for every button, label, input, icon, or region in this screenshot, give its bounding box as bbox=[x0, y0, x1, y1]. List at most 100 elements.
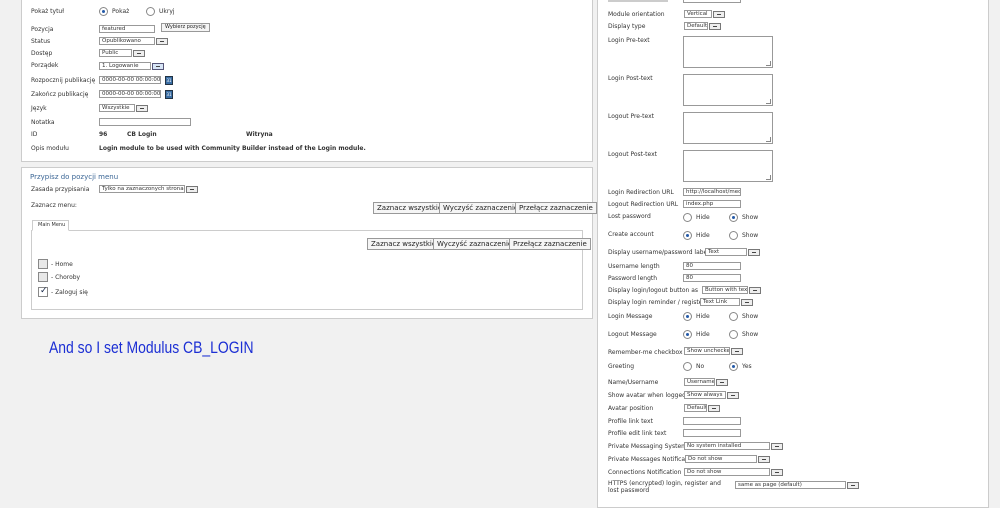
profile-edit-input[interactable] bbox=[683, 429, 741, 437]
id-value: 96 bbox=[99, 131, 108, 138]
https-dropdown-icon[interactable] bbox=[847, 482, 859, 489]
show-title-hide-radio[interactable] bbox=[146, 7, 155, 16]
language-dropdown-icon[interactable] bbox=[136, 105, 148, 112]
select-position-button[interactable]: Wybierz pozycję bbox=[161, 23, 210, 32]
pms-select[interactable]: No system installed bbox=[684, 442, 770, 450]
select-all-button[interactable]: Zaznacz wszystkie bbox=[373, 202, 447, 214]
name-username-select[interactable]: Username bbox=[684, 378, 715, 386]
menu-item-label: - Choroby bbox=[51, 274, 81, 281]
language-select[interactable]: Wszystkie bbox=[99, 104, 135, 112]
ordering-dropdown-icon[interactable] bbox=[152, 63, 164, 70]
toggle-selection-button[interactable]: Przełącz zaznaczenie bbox=[515, 202, 597, 214]
calendar-icon[interactable]: 31 bbox=[165, 76, 173, 85]
lost-password-hide-radio[interactable] bbox=[683, 213, 692, 222]
login-button-dropdown-icon[interactable] bbox=[749, 287, 761, 294]
show-avatar-select[interactable]: Show always bbox=[684, 391, 726, 399]
greeting-label: Greeting bbox=[608, 363, 634, 370]
display-labels-label: Display username/password labels as bbox=[608, 249, 721, 256]
create-account-hide-radio[interactable] bbox=[683, 231, 692, 240]
orientation-dropdown-icon[interactable] bbox=[713, 11, 725, 18]
display-labels-select[interactable]: Text bbox=[705, 248, 747, 256]
display-type-dropdown-icon[interactable] bbox=[709, 23, 721, 30]
logout-pretext-textarea[interactable] bbox=[683, 112, 773, 144]
pms-notification-select[interactable]: Do not show bbox=[685, 455, 757, 463]
orientation-select[interactable]: Vertical bbox=[684, 10, 712, 18]
assignment-dropdown-icon[interactable] bbox=[186, 186, 198, 193]
menu-item-choroby-checkbox[interactable] bbox=[38, 272, 48, 282]
logout-message-hide-radio[interactable] bbox=[683, 330, 692, 339]
create-account-label: Create account bbox=[608, 231, 654, 238]
avatar-position-label: Avatar position bbox=[608, 405, 654, 412]
radio-label: Yes bbox=[742, 363, 752, 370]
logout-message-show-radio[interactable] bbox=[729, 330, 738, 339]
https-label: HTTPS (encrypted) login, register and lo… bbox=[608, 480, 721, 494]
access-select[interactable]: Public bbox=[99, 49, 132, 57]
radio-label: Hide bbox=[696, 313, 710, 320]
top-cutoff-input bbox=[683, 0, 741, 3]
radio-label: Show bbox=[742, 313, 759, 320]
logout-redirect-label: Logout Redirection URL bbox=[608, 201, 679, 208]
status-dropdown-icon[interactable] bbox=[156, 38, 168, 45]
profile-link-input[interactable] bbox=[683, 417, 741, 425]
access-dropdown-icon[interactable] bbox=[133, 50, 145, 57]
access-label: Dostęp bbox=[31, 50, 53, 57]
description-value: Login module to be used with Community B… bbox=[99, 145, 366, 152]
connections-notification-label: Connections Notification bbox=[608, 469, 682, 476]
remember-me-select[interactable]: Show unchecked bbox=[684, 347, 730, 355]
note-input[interactable] bbox=[99, 118, 191, 126]
https-select[interactable]: same as page (default) bbox=[735, 481, 846, 489]
lost-password-show-radio[interactable] bbox=[729, 213, 738, 222]
remember-me-dropdown-icon[interactable] bbox=[731, 348, 743, 355]
clear-selection-button[interactable]: Wyczyść zaznaczenie bbox=[433, 238, 517, 250]
clear-selection-button[interactable]: Wyczyść zaznaczenie bbox=[439, 202, 523, 214]
avatar-position-dropdown-icon[interactable] bbox=[708, 405, 720, 412]
username-length-input[interactable]: 80 bbox=[683, 262, 741, 270]
login-message-hide-radio[interactable] bbox=[683, 312, 692, 321]
assignment-select[interactable]: Tylko na zaznaczonych stronach bbox=[99, 185, 185, 193]
menu-assignment-legend: Przypisz do pozycji menu bbox=[30, 173, 119, 181]
language-label: Język bbox=[31, 105, 47, 112]
avatar-position-select[interactable]: Default bbox=[684, 404, 707, 412]
select-all-button[interactable]: Zaznacz wszystkie bbox=[367, 238, 441, 250]
tab-main-menu[interactable]: Main Menu bbox=[32, 220, 69, 231]
login-redirect-input[interactable]: http://localhost/medicic bbox=[683, 188, 741, 196]
greeting-no-radio[interactable] bbox=[683, 362, 692, 371]
ordering-label: Porządek bbox=[31, 62, 59, 69]
login-posttext-textarea[interactable] bbox=[683, 74, 773, 106]
display-type-select[interactable]: Default bbox=[684, 22, 708, 30]
connections-notification-dropdown-icon[interactable] bbox=[771, 469, 783, 476]
password-length-input[interactable]: 80 bbox=[683, 274, 741, 282]
show-title-show-radio[interactable] bbox=[99, 7, 108, 16]
ordering-select[interactable]: 1. Logowanie bbox=[99, 62, 151, 70]
logout-posttext-textarea[interactable] bbox=[683, 150, 773, 182]
orientation-label: Module orientation bbox=[608, 11, 665, 18]
menu-item-home-checkbox[interactable] bbox=[38, 259, 48, 269]
reminder-dropdown-icon[interactable] bbox=[741, 299, 753, 306]
greeting-yes-radio[interactable] bbox=[729, 362, 738, 371]
show-avatar-dropdown-icon[interactable] bbox=[727, 392, 739, 399]
create-account-show-radio[interactable] bbox=[729, 231, 738, 240]
calendar-icon[interactable]: 31 bbox=[165, 90, 173, 99]
display-labels-dropdown-icon[interactable] bbox=[748, 249, 760, 256]
menu-select-label: Zaznacz menu: bbox=[31, 202, 77, 209]
position-input[interactable]: featured bbox=[99, 25, 155, 33]
login-message-show-radio[interactable] bbox=[729, 312, 738, 321]
show-title-show-label: Pokaż bbox=[112, 8, 130, 15]
pms-notification-dropdown-icon[interactable] bbox=[758, 456, 770, 463]
logout-redirect-input[interactable]: index.php bbox=[683, 200, 741, 208]
menu-item-login-checkbox[interactable] bbox=[38, 286, 48, 297]
remember-me-label: Remember-me checkbox bbox=[608, 349, 683, 356]
radio-label: Hide bbox=[696, 232, 710, 239]
status-select[interactable]: Opublikowano bbox=[99, 37, 155, 45]
login-button-select[interactable]: Button with text bbox=[702, 286, 748, 294]
connections-notification-select[interactable]: Do not show bbox=[684, 468, 770, 476]
status-label: Status bbox=[31, 38, 51, 45]
login-pretext-textarea[interactable] bbox=[683, 36, 773, 68]
publish-down-input[interactable]: 0000-00-00 00:00:00 bbox=[99, 90, 161, 98]
radio-label: No bbox=[696, 363, 705, 370]
reminder-select[interactable]: Text Link bbox=[700, 298, 740, 306]
pms-dropdown-icon[interactable] bbox=[771, 443, 783, 450]
publish-up-input[interactable]: 0000-00-00 00:00:00 bbox=[99, 76, 161, 84]
name-username-dropdown-icon[interactable] bbox=[716, 379, 728, 386]
toggle-selection-button[interactable]: Przełącz zaznaczenie bbox=[509, 238, 591, 250]
